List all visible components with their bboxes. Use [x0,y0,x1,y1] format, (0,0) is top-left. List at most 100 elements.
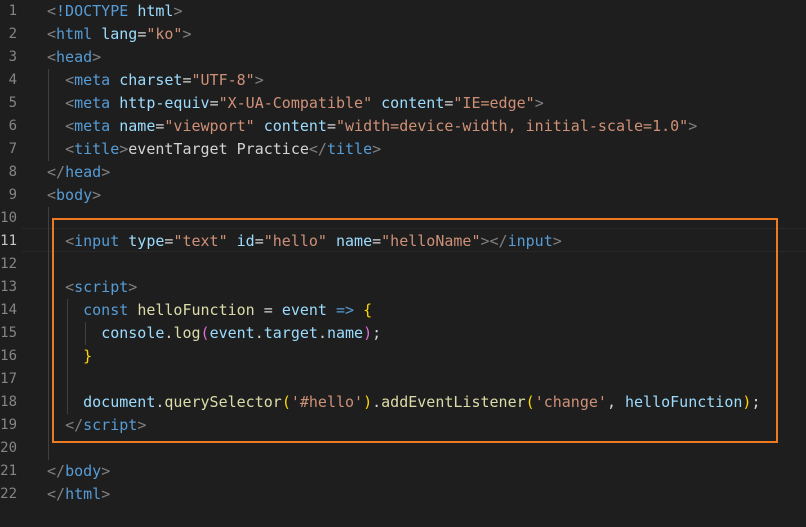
line-number: 6 [8,118,17,134]
code-line[interactable]: 1 <!DOCTYPE html> [0,0,806,23]
code-token: body [65,462,102,480]
code-text: </head> [47,161,110,184]
code-token: name [119,117,156,135]
code-text: <head> [47,46,101,69]
line-number: 15 [0,325,17,341]
code-text: </html> [47,483,110,506]
line-number: 16 [0,348,17,364]
code-token: charset [119,71,183,89]
line-number: 18 [0,394,17,410]
code-token: http-equiv [119,94,210,112]
line-number: 3 [8,49,17,65]
code-token: > [688,117,698,135]
code-token: "ko" [146,25,183,43]
code-token: "IE=edge" [453,94,535,112]
code-token: head [56,48,93,66]
code-text: <title>eventTarget Practice</title> [47,138,381,161]
code-token: </ [47,485,66,503]
line-number: 20 [0,440,17,456]
code-token: > [119,140,129,158]
code-token: > [534,94,544,112]
code-text: <meta http-equiv="X-UA-Compatible" conte… [47,92,544,115]
line-number: 13 [0,279,17,295]
code-token: "UTF-8" [191,71,255,89]
code-token: lang [101,25,138,43]
code-token: title [326,140,373,158]
code-token: meta [74,94,111,112]
code-token: > [173,2,183,20]
code-token: < [47,25,57,43]
line-number: 12 [0,256,17,272]
line-number: 10 [0,210,17,226]
code-token: "width=device-width, initial-scale=1.0" [336,117,689,135]
line-number: 5 [8,95,17,111]
code-line[interactable]: 8 </head> [0,161,806,184]
code-line[interactable]: 7 <title>eventTarget Practice</title> [0,138,806,161]
code-token: > [182,25,192,43]
code-text: <!DOCTYPE html> [47,0,182,23]
code-token: < [65,117,75,135]
code-token: < [47,2,57,20]
code-text: <body> [47,184,101,207]
code-token: !DOCTYPE [56,2,129,20]
code-token: < [65,140,75,158]
code-editor[interactable]: 1 <!DOCTYPE html> 2 <html lang="ko"> 3 <head>… [0,0,806,527]
code-token: content [263,117,327,135]
code-line[interactable]: 6 <meta name="viewport" content="width=d… [0,115,806,138]
code-token: "X-UA-Compatible" [218,94,373,112]
code-token: < [65,71,75,89]
line-number: 7 [8,141,17,157]
code-line[interactable]: 21 </body> [0,460,806,483]
code-token: body [56,186,93,204]
code-token: meta [74,117,111,135]
line-number: 9 [8,187,17,203]
code-token: > [101,485,111,503]
code-token: > [92,48,102,66]
code-token: < [47,186,57,204]
code-token: > [101,462,111,480]
code-text: <meta charset="UTF-8"> [47,69,264,92]
code-token: </ [308,140,327,158]
code-line[interactable]: 5 <meta http-equiv="X-UA-Compatible" con… [0,92,806,115]
code-token: eventTarget Practice [128,140,309,158]
line-number: 8 [8,164,17,180]
code-token: html [137,2,174,20]
code-token: html [65,485,102,503]
code-token: = [137,25,147,43]
code-line[interactable]: 4 <meta charset="UTF-8"> [0,69,806,92]
code-token: < [47,48,57,66]
code-line[interactable]: 3 <head> [0,46,806,69]
code-text: <meta name="viewport" content="width=dev… [47,115,697,138]
line-number: 19 [0,417,17,433]
line-number: 2 [8,26,17,42]
code-token: = [209,94,219,112]
code-text: <html lang="ko"> [47,23,192,46]
line-number: 17 [0,371,17,387]
code-token: < [65,94,75,112]
code-line[interactable]: 22 </html> [0,483,806,506]
line-number: 11 [0,233,17,249]
code-line[interactable]: 9 <body> [0,184,806,207]
line-number: 1 [8,3,17,19]
code-line[interactable]: 2 <html lang="ko"> [0,23,806,46]
code-token: title [74,140,120,158]
code-token: "viewport" [164,117,255,135]
code-token: = [182,71,192,89]
code-token: > [101,163,111,181]
code-token: </ [47,163,66,181]
code-text: </body> [47,460,110,483]
code-token: = [326,117,336,135]
code-token: html [56,25,93,43]
code-token: > [254,71,264,89]
code-token: > [92,186,102,204]
line-number: 22 [0,486,17,502]
code-token: meta [74,71,111,89]
line-number: 4 [8,72,17,88]
